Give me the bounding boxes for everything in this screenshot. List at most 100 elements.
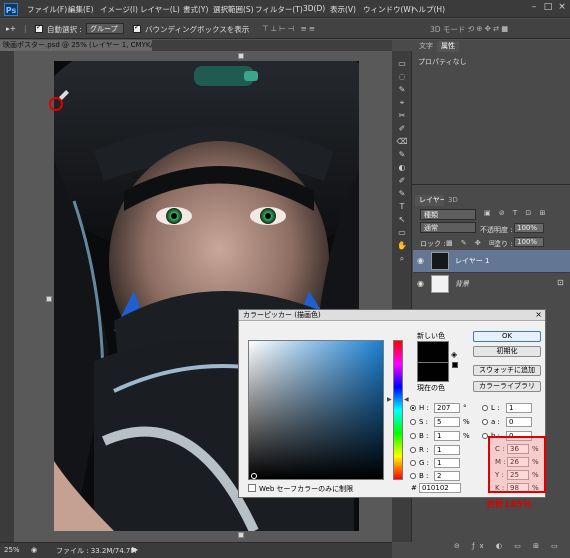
l-label: L : — [491, 404, 500, 412]
move-tool-icon[interactable]: ▸+ — [6, 24, 16, 33]
visibility-eye-icon[interactable]: ◉ — [417, 256, 424, 265]
fill-field[interactable]: 100% — [514, 237, 544, 247]
h-field[interactable]: 207 — [434, 403, 460, 413]
hue-arrow-right-icon[interactable]: ◀ — [404, 396, 409, 403]
document-title: 映画ポスター.psd @ 25% (レイヤー 1, CMYK/8) * — [3, 41, 166, 49]
b-unit: % — [463, 432, 470, 440]
tab-3d[interactable]: 3D — [444, 195, 462, 206]
menu-edit[interactable]: 編集(E) — [68, 4, 94, 15]
bbox-checkbox[interactable] — [133, 23, 141, 33]
a-radio[interactable] — [482, 419, 488, 425]
r-field[interactable]: 1 — [434, 445, 460, 455]
hue-slider[interactable] — [393, 340, 403, 480]
close-icon[interactable]: × — [556, 2, 568, 13]
menu-layer[interactable]: レイヤー(L) — [140, 4, 180, 15]
layer-name[interactable]: レイヤー 1 — [455, 256, 489, 266]
maximize-icon[interactable]: □ — [542, 2, 554, 13]
document-tab-strip — [152, 40, 392, 51]
g-radio[interactable] — [410, 460, 416, 466]
add-swatch-button[interactable]: スウォッチに追加 — [473, 365, 541, 376]
hex-label: # — [411, 484, 417, 492]
tools-panel-left — [0, 51, 14, 542]
s-unit: % — [463, 418, 470, 426]
align-icons[interactable]: ⊤⊥⊢⊣ ≡≡ — [262, 24, 317, 33]
menu-window[interactable]: ウィンドウ(W) — [363, 4, 414, 15]
layer-row-background[interactable]: ◉ 背景 ⊡ — [413, 272, 570, 294]
s-radio[interactable] — [410, 419, 416, 425]
dialog-close-icon[interactable]: × — [535, 310, 542, 319]
visibility-eye-icon[interactable]: ◉ — [417, 279, 424, 288]
transform-handle-left[interactable] — [46, 296, 52, 302]
opacity-field[interactable]: 100% — [514, 223, 544, 233]
zoom-level[interactable]: 25% — [4, 546, 20, 554]
reset-button[interactable]: 初期化 — [473, 346, 541, 357]
color-libraries-button[interactable]: カラーライブラリ — [473, 381, 541, 392]
gamut-cube-icon[interactable]: ◈ — [451, 350, 457, 359]
l-radio[interactable] — [482, 405, 488, 411]
g-field[interactable]: 1 — [434, 458, 460, 468]
l-field[interactable]: 1 — [506, 403, 532, 413]
blue-field[interactable]: 2 — [434, 471, 460, 481]
auto-select-label: 自動選択 : — [47, 25, 82, 34]
panel-divider — [412, 184, 570, 185]
menu-view[interactable]: 表示(V) — [330, 4, 356, 15]
minimize-icon[interactable]: – — [528, 2, 540, 13]
layer-kind-filter[interactable]: 種類 — [420, 209, 476, 220]
tool-icons[interactable]: ▭ ◌ ✎ ⌖ ✂ ✐ ⌫ ✎ ◐ ✐ ✎ T ↖ ▭ ✋ ⌕ — [396, 57, 408, 265]
a-field[interactable]: 0 — [506, 417, 532, 427]
new-color-swatch — [417, 341, 449, 362]
hex-field[interactable]: 010102 — [419, 483, 461, 493]
menu-help[interactable]: ヘルプ(H) — [411, 4, 445, 15]
websafe-swatch-icon[interactable] — [452, 362, 458, 368]
h-radio[interactable] — [410, 405, 416, 411]
s-field[interactable]: 5 — [434, 417, 460, 427]
document-tab[interactable]: 映画ポスター.psd @ 25% (レイヤー 1, CMYK/8) * × — [0, 40, 177, 51]
layer-row-selected[interactable]: ◉ レイヤー 1 — [413, 250, 570, 272]
new-color-label: 新しい色 — [417, 332, 445, 340]
ok-button[interactable]: OK — [473, 331, 541, 342]
status-icon: ◉ — [31, 546, 38, 554]
tab-character[interactable]: 文字 — [415, 41, 437, 52]
transform-handle-bottom[interactable] — [238, 532, 244, 538]
h-unit: ° — [463, 404, 467, 412]
layer-filter-icons[interactable]: ▣ ⊘ T ⊡ ⊞ — [484, 209, 548, 223]
menu-image[interactable]: イメージ(I) — [100, 4, 138, 15]
saturation-brightness-field[interactable] — [248, 340, 384, 480]
auto-select-dropdown[interactable]: グループ — [86, 23, 124, 34]
web-safe-checkbox[interactable] — [248, 484, 256, 492]
auto-select-checkbox[interactable] — [35, 23, 43, 33]
r-radio[interactable] — [410, 447, 416, 453]
hue-arrow-left-icon[interactable]: ▶ — [387, 396, 392, 403]
current-color-swatch[interactable] — [417, 362, 449, 382]
a-label: a : — [491, 418, 500, 426]
layer-thumbnail — [431, 252, 449, 270]
3d-mode-icons[interactable]: ⟲⊕✥⇄■ — [468, 24, 510, 33]
field-picker-circle[interactable] — [251, 473, 257, 479]
b-radio[interactable] — [410, 433, 416, 439]
b-field[interactable]: 1 — [434, 431, 460, 441]
transform-handle-top[interactable] — [238, 53, 244, 59]
menu-select[interactable]: 選択範囲(S) — [213, 4, 254, 15]
menu-filter[interactable]: フィルター(T) — [255, 4, 303, 15]
blue-label: B : — [419, 472, 429, 480]
blend-mode-dropdown[interactable]: 通常 — [420, 222, 476, 233]
menu-file[interactable]: ファイル(F) — [27, 4, 67, 15]
opacity-label: 不透明度 : — [480, 226, 513, 234]
menu-bar: Ps ファイル(F) 編集(E) イメージ(I) レイヤー(L) 書式(Y) 選… — [0, 0, 570, 18]
layer-name[interactable]: 背景 — [455, 279, 469, 289]
dialog-title-bar[interactable]: カラーピッカー (描画色) — [239, 310, 545, 321]
separator: | — [24, 24, 27, 33]
layer-thumbnail — [431, 275, 449, 293]
cmyk-highlight-box — [488, 436, 546, 493]
lock-icon: ⊡ — [557, 278, 564, 287]
tab-properties[interactable]: 属性 — [437, 41, 459, 52]
menu-3d[interactable]: 3D(D) — [303, 4, 325, 13]
current-color-label: 現在の色 — [417, 384, 445, 392]
layer-bottom-icons[interactable]: ⊝ ƒx ◐ ▭ ⊞ ▭ 🗑 — [454, 542, 570, 556]
blue-radio[interactable] — [410, 473, 416, 479]
menu-type[interactable]: 書式(Y) — [183, 4, 208, 15]
status-bar: 25% ◉ ファイル : 33.2M/74.7M ▶ — [0, 542, 392, 558]
bbox-label: バウンディングボックスを表示 — [145, 25, 250, 34]
properties-text: プロパティなし — [418, 58, 467, 66]
status-arrow-icon[interactable]: ▶ — [132, 545, 138, 554]
